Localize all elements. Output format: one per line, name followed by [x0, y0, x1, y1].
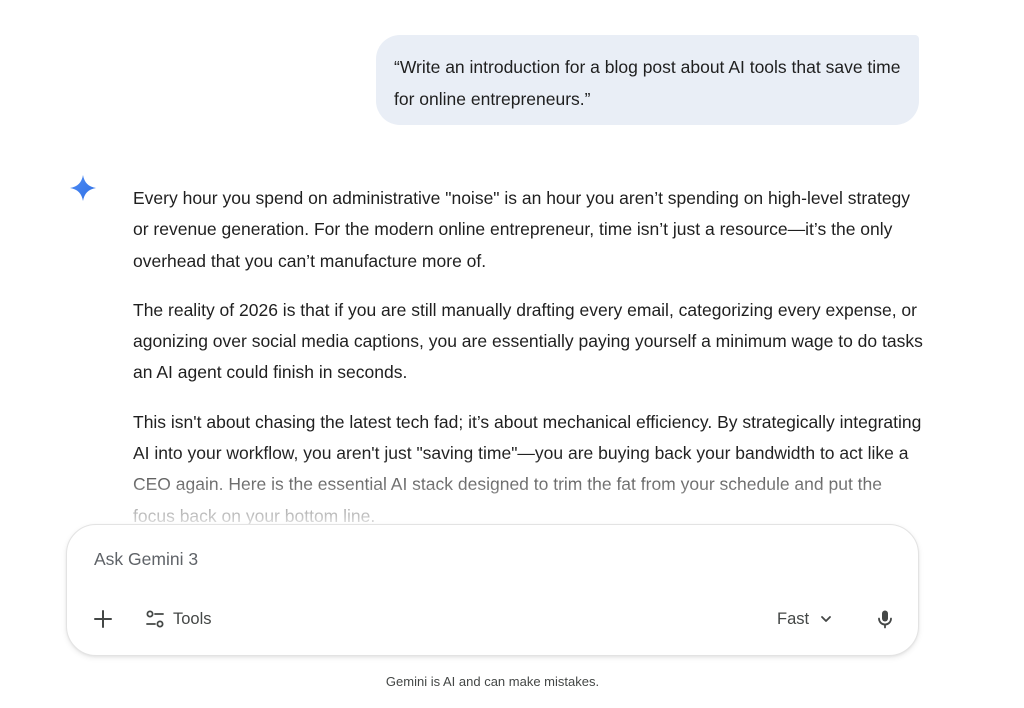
model-label: Fast	[777, 609, 810, 628]
prompt-input[interactable]	[94, 549, 794, 570]
chevron-down-icon	[821, 616, 831, 622]
response-paragraph: This isn't about chasing the latest tech…	[133, 411, 922, 526]
tools-icon	[146, 610, 164, 628]
response-paragraph: The reality of 2026 is that if you are s…	[133, 299, 923, 383]
response-paragraph: Every hour you spend on administrative "…	[133, 188, 911, 271]
gemini-sparkle-icon	[69, 174, 97, 202]
plus-icon	[94, 610, 112, 628]
microphone-button[interactable]	[871, 605, 899, 633]
tools-label: Tools	[173, 609, 212, 628]
model-selector[interactable]: Fast	[777, 605, 833, 633]
add-button[interactable]	[89, 605, 117, 633]
disclaimer-text: Gemini is AI and can make mistakes.	[385, 674, 600, 689]
microphone-icon	[878, 610, 892, 629]
tools-button[interactable]: Tools	[145, 605, 212, 633]
prompt-input-box: Tools Fast	[66, 524, 919, 656]
user-message-bubble: “Write an introduction for a blog post a…	[376, 35, 919, 125]
model-response: Every hour you spend on administrative "…	[133, 183, 923, 526]
user-message-text: “Write an introduction for a blog post a…	[394, 57, 901, 109]
chat-page: “Write an introduction for a blog post a…	[0, 0, 1024, 708]
